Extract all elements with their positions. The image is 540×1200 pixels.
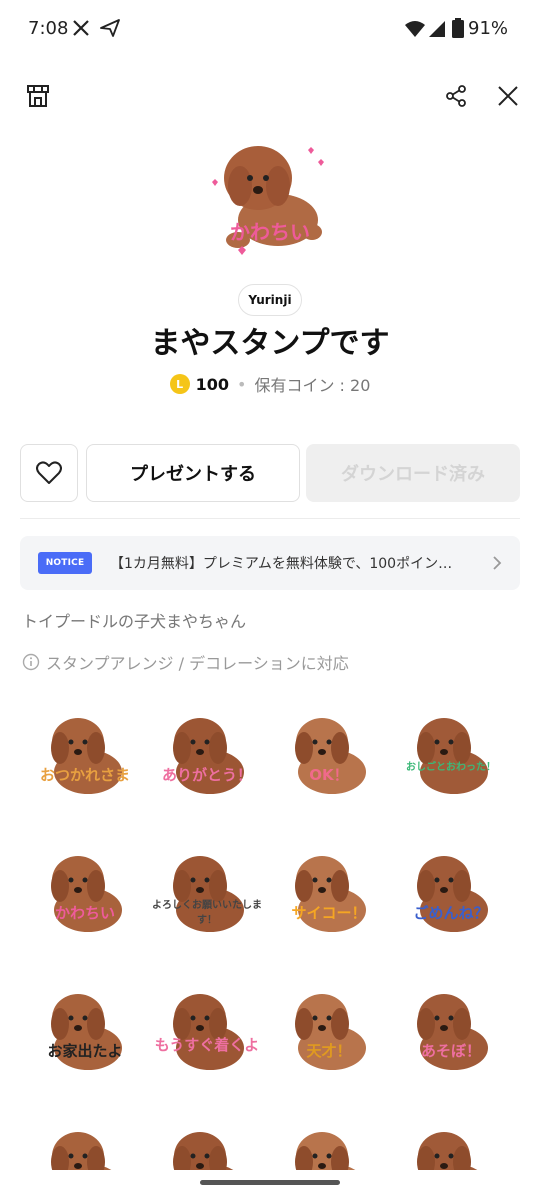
send-icon [100,19,120,37]
sticker-label: おつかれさま [39,766,130,784]
author-pill[interactable]: Yurinji [238,284,302,316]
sticker-item[interactable] [396,1112,506,1170]
sticker-image [51,856,122,932]
sticker-item[interactable]: 天才！ [274,974,384,1084]
sticker-image [417,856,488,932]
sticker-item[interactable] [30,1112,140,1170]
sticker-label: ありがとう！ [161,766,252,784]
sticker-image [173,994,244,1070]
home-indicator[interactable] [200,1180,340,1185]
battery-icon [452,18,464,38]
main-sticker-image: かわちい [208,128,332,264]
sticker-image [51,994,122,1070]
sticker-label: お家出たよ [47,1042,123,1060]
sticker-image [173,856,244,932]
shop-icon [27,85,49,107]
sticker-image [417,1132,478,1170]
sticker-image [51,718,122,794]
sticker-image [295,856,366,932]
sticker-image [417,718,488,794]
sticker-item[interactable]: サイコー！ [274,836,384,946]
owned-coins: 保有コイン : 20 [254,376,371,395]
sticker-item[interactable]: あそぼ！ [396,974,506,1084]
sticker-item[interactable]: よろしくお願いいたします！ [152,836,262,946]
signal-icon [429,21,445,37]
sticker-label: かわちい [54,904,115,922]
shop-button[interactable] [22,80,54,112]
sticker-item[interactable] [152,1112,262,1170]
status-bar: 7:08 91% [0,0,540,60]
notice-badge: NOTICE [38,552,92,574]
sticker-label: 天才！ [306,1042,352,1060]
share-button[interactable] [440,80,472,112]
sticker-image [51,1132,112,1170]
sticker-label: おしごとおわった！ [406,762,496,773]
divider [20,518,520,519]
pack-description: トイプードルの子犬まやちゃん [22,612,247,631]
sticker-image [295,718,366,794]
sticker-image [295,994,366,1070]
price-row: L 100 • 保有コイン : 20 [0,372,540,396]
notice-banner[interactable]: NOTICE 【1カ月無料】プレミアムを無料体験で、100ポイン… [20,536,520,590]
share-icon [446,85,466,107]
sticker-item[interactable]: もうすぐ着くよ [152,974,262,1084]
pack-title: まやスタンプです [150,326,390,361]
separator-dot: • [237,374,247,394]
sticker-item[interactable]: おつかれさま [30,698,140,808]
sticker-item[interactable]: ごめんね？ [396,836,506,946]
sticker-label: ごめんね？ [413,904,489,922]
x-app-icon [73,20,89,36]
sticker-item[interactable] [274,1112,384,1170]
sticker-image [173,718,244,794]
sticker-item[interactable]: おしごとおわった！ [396,698,506,808]
sticker-image [417,994,488,1070]
sticker-label: サイコー！ [291,904,367,922]
sticker-label: あそぼ！ [420,1042,481,1060]
sticker-image [295,1132,356,1170]
sticker-label: よろしくお願いいたします！ [152,900,262,926]
sticker-item[interactable]: OK！ [274,698,384,808]
price-value: 100 [195,374,230,394]
info-icon [22,653,40,671]
sticker-item[interactable]: かわちい [30,836,140,946]
sticker-item[interactable]: ありがとう！ [152,698,262,808]
sticker-image [173,1132,234,1170]
wifi-icon [405,21,425,37]
battery-percent: 91% [468,18,509,39]
like-button[interactable] [20,444,78,502]
top-bar [0,78,540,118]
sticker-item[interactable]: お家出たよ [30,974,140,1084]
action-buttons: プレゼントする ダウンロード済み [20,444,520,502]
heart-icon [36,461,62,484]
download-button[interactable]: ダウンロード済み [306,444,520,502]
arrange-note[interactable]: スタンプアレンジ / デコレーションに対応 [22,650,349,674]
hero-sticker-label: かわちい [230,220,310,244]
notice-text: 【1カ月無料】プレミアムを無料体験で、100ポイン… [110,556,453,572]
sticker-grid: おつかれさま ありがとう！ OK！ おしごとおわった！ かわちい よろしくお願いいたします… [20,690,520,1170]
status-time: 7:08 [28,18,69,39]
chevron-right-icon [493,556,502,570]
sticker-label: OK！ [309,766,349,784]
arrange-note-text: スタンプアレンジ / デコレーションに対応 [46,654,349,673]
coin-icon: L [169,374,190,394]
close-button[interactable] [492,80,524,112]
present-button[interactable]: プレゼントする [86,444,300,502]
close-icon [498,86,518,106]
sticker-label: もうすぐ着くよ [154,1036,260,1054]
